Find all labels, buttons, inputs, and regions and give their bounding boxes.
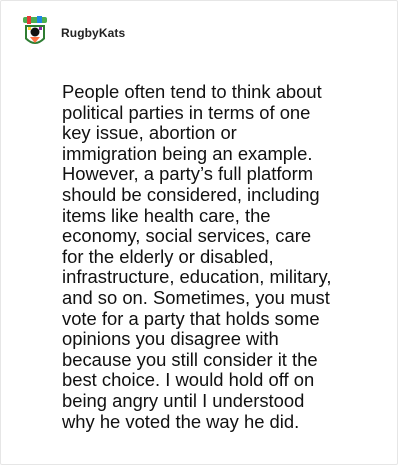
comment-header: RugbyKats bbox=[21, 15, 125, 51]
comment-card: RugbyKats People often tend to think abo… bbox=[0, 0, 398, 465]
comment-text: People often tend to think about politic… bbox=[62, 81, 332, 432]
username[interactable]: RugbyKats bbox=[61, 26, 125, 40]
rugby-kats-avatar-icon[interactable] bbox=[21, 15, 49, 51]
